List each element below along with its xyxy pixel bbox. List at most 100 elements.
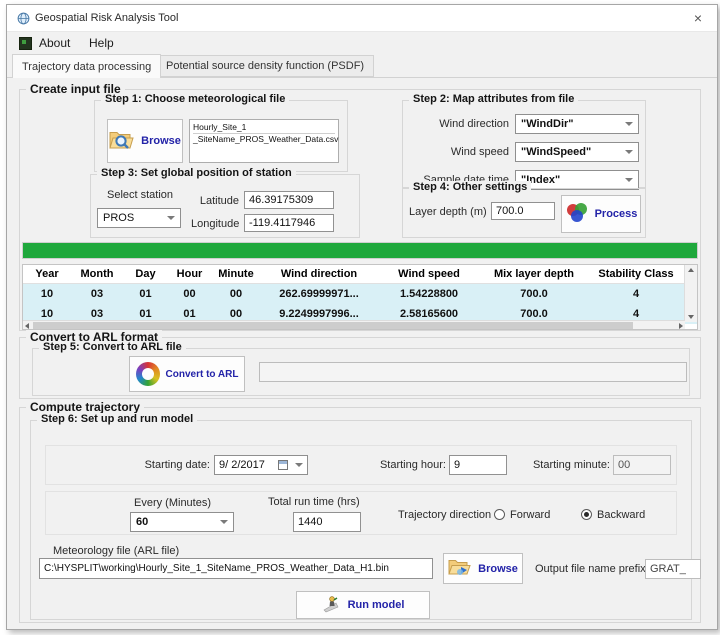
group-step6: Step 6: Set up and run model Starting da… — [30, 420, 692, 620]
start-time-panel: Starting date: 9/ 2/2017 Starting hour: … — [45, 445, 677, 485]
cell: 700.0 — [481, 308, 587, 320]
step1-title: Step 1: Choose meteorological file — [101, 93, 289, 105]
col-mix-layer-depth: Mix layer depth — [481, 268, 587, 280]
met-arl-file-label: Meteorology file (ARL file) — [53, 545, 179, 557]
table-horizontal-scrollbar[interactable] — [23, 320, 685, 329]
col-hour: Hour — [168, 268, 211, 280]
starting-date-picker[interactable]: 9/ 2/2017 — [214, 455, 308, 475]
forward-radio-label[interactable]: Forward — [510, 509, 550, 521]
col-wind-speed: Wind speed — [377, 268, 481, 280]
cell: 10 — [23, 308, 71, 320]
browse-arl-file-button[interactable]: Browse — [443, 553, 523, 584]
menu-help[interactable]: Help — [85, 35, 118, 51]
cell: 1.54228800 — [377, 288, 481, 300]
convert-to-arl-button[interactable]: Convert to ARL — [129, 356, 245, 392]
trajectory-direction-label: Trajectory direction — [398, 509, 491, 521]
col-wind-direction: Wind direction — [261, 268, 377, 280]
met-file-name-line1: Hourly_Site_1 — [193, 122, 335, 134]
horizontal-scroll-thumb[interactable] — [33, 322, 633, 329]
total-run-time-label: Total run time (hrs) — [268, 496, 360, 508]
group-create-input-file: Create input file Step 1: Choose meteoro… — [19, 89, 701, 331]
run-model-icon — [322, 595, 342, 616]
wind-speed-select[interactable]: "WindSpeed" — [515, 142, 639, 162]
every-minutes-label: Every (Minutes) — [134, 497, 211, 509]
convert-to-arl-label: Convert to ARL — [166, 369, 239, 380]
starting-hour-label: Starting hour: — [346, 459, 446, 471]
forward-radio[interactable] — [494, 509, 505, 520]
browse-met-file-label: Browse — [141, 135, 181, 147]
run-model-button[interactable]: Run model — [296, 591, 430, 619]
col-month: Month — [71, 268, 123, 280]
cell: 262.69999971... — [261, 288, 377, 300]
load-progress-fill — [23, 243, 697, 258]
tab-psdf[interactable]: Potential source density function (PSDF) — [156, 55, 374, 77]
wind-direction-select[interactable]: "WindDir" — [515, 114, 639, 134]
starting-hour-field[interactable] — [449, 455, 507, 475]
met-file-name-box[interactable]: Hourly_Site_1 _SiteName_PROS_Weather_Dat… — [189, 119, 339, 163]
convert-progress-bar — [259, 362, 687, 382]
app-icon — [17, 12, 30, 25]
step5-title: Step 5: Convert to ARL file — [39, 341, 186, 353]
tab-trajectory-data-processing[interactable]: Trajectory data processing — [12, 54, 161, 78]
sample-date-time-select[interactable]: "Index" — [515, 170, 639, 190]
cell: 03 — [71, 308, 123, 320]
step6-title: Step 6: Set up and run model — [37, 413, 197, 425]
run-model-label: Run model — [348, 599, 405, 611]
every-minutes-value: 60 — [136, 516, 148, 528]
convert-cycle-icon — [136, 362, 160, 386]
table-vertical-scrollbar[interactable] — [684, 265, 697, 322]
menu-about[interactable]: About — [35, 35, 74, 51]
cell: 01 — [123, 288, 168, 300]
wind-speed-value: "WindSpeed" — [521, 146, 591, 158]
scroll-left-icon[interactable] — [25, 323, 29, 329]
every-minutes-select[interactable]: 60 — [130, 512, 234, 532]
group-step3: Step 3: Set global position of station S… — [90, 174, 360, 238]
load-progress-bar — [22, 242, 698, 259]
cell: 9.2249997996... — [261, 308, 377, 320]
output-prefix-field[interactable] — [645, 559, 701, 579]
cell: 00 — [211, 288, 261, 300]
browse-met-file-button[interactable]: Browse — [107, 119, 183, 163]
starting-date-value: 9/ 2/2017 — [219, 459, 265, 471]
cell: 700.0 — [481, 288, 587, 300]
scroll-down-icon[interactable] — [688, 315, 694, 319]
total-run-time-field[interactable] — [293, 512, 361, 532]
output-prefix-label: Output file name prefix — [535, 563, 646, 575]
chevron-down-icon — [625, 178, 633, 182]
latitude-field[interactable] — [244, 191, 334, 209]
group-convert-arl: Convert to ARL format Step 5: Convert to… — [19, 337, 701, 399]
cell: 01 — [168, 308, 211, 320]
table-row[interactable]: 10 03 01 00 00 262.69999971... 1.5422880… — [23, 284, 697, 304]
step3-title: Step 3: Set global position of station — [97, 167, 296, 179]
folder-arrow-icon — [448, 557, 472, 580]
group-step1: Step 1: Choose meteorological file Brows… — [94, 100, 348, 172]
calendar-icon — [278, 460, 288, 470]
run-settings-panel: Every (Minutes) 60 Total run time (hrs) … — [45, 491, 677, 535]
longitude-field[interactable] — [244, 214, 334, 232]
table-header-row: Year Month Day Hour Minute Wind directio… — [23, 265, 697, 284]
layer-depth-label: Layer depth (m) — [409, 206, 487, 218]
met-arl-file-field[interactable] — [39, 558, 433, 579]
title-bar: Geospatial Risk Analysis Tool × — [7, 5, 717, 32]
select-station-label: Select station — [107, 189, 173, 201]
longitude-label: Longitude — [191, 218, 239, 230]
starting-minute-field[interactable] — [613, 455, 671, 475]
cell: 00 — [168, 288, 211, 300]
scroll-right-icon[interactable] — [679, 323, 683, 329]
cell: 03 — [71, 288, 123, 300]
cell: 01 — [123, 308, 168, 320]
group-step5: Step 5: Convert to ARL file Convert to A… — [32, 348, 690, 396]
station-select[interactable]: PROS — [97, 208, 181, 228]
window-title: Geospatial Risk Analysis Tool — [35, 12, 178, 24]
station-value: PROS — [103, 212, 134, 224]
process-button[interactable]: Process — [561, 195, 641, 233]
chevron-down-icon — [167, 216, 175, 220]
backward-radio-label[interactable]: Backward — [597, 509, 645, 521]
layer-depth-field[interactable] — [491, 202, 555, 220]
backward-radio[interactable] — [581, 509, 592, 520]
close-button[interactable]: × — [687, 9, 709, 27]
menu-bar: About Help — [7, 32, 717, 54]
wind-speed-label: Wind speed — [405, 146, 509, 158]
col-year: Year — [23, 268, 71, 280]
scroll-up-icon[interactable] — [688, 268, 694, 272]
